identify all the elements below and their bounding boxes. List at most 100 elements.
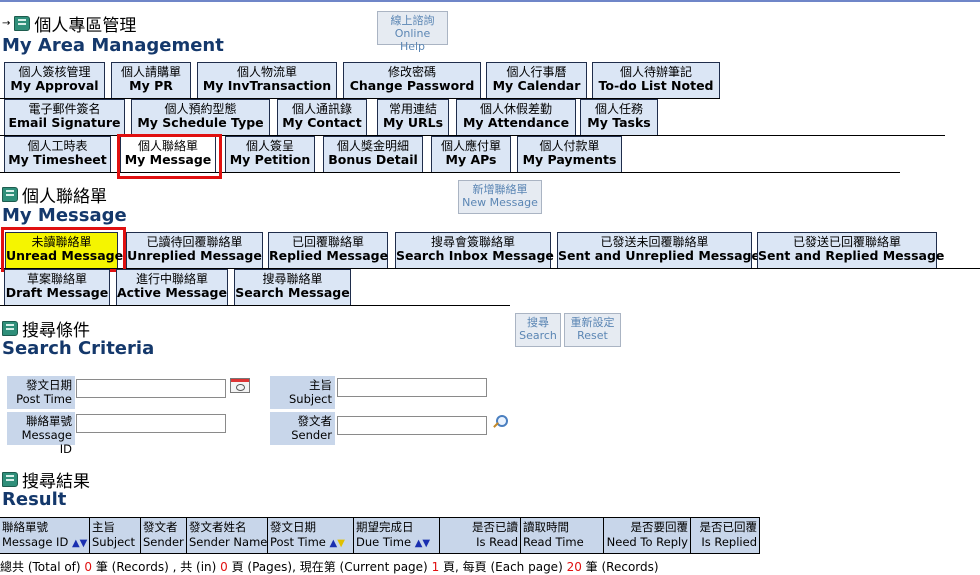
col-label-zh: 期望完成日 <box>356 520 414 534</box>
magnifier-icon[interactable] <box>491 414 508 430</box>
sender-label: 發文者 Sender <box>270 412 335 445</box>
tab-label-en: To-do List Noted <box>598 78 714 93</box>
tab-label-zh: 個人通訊錄 <box>291 102 352 116</box>
tab-change-password[interactable]: 修改密碼 Change Password <box>343 62 481 98</box>
search-section-title: Search Criteria <box>2 338 155 359</box>
tab-label-en: My Timesheet <box>8 152 107 167</box>
col-label-zh: 主旨 <box>92 520 115 534</box>
new-message-button[interactable]: 新增聯絡單 New Message <box>458 180 542 214</box>
tab-label-zh: 個人簽核管理 <box>18 65 91 79</box>
search-en: Search <box>519 329 557 342</box>
tab-my-petition[interactable]: 個人簽呈 My Petition <box>225 136 315 172</box>
tab-my-attendance[interactable]: 個人休假差勤 My Attendance <box>456 99 576 135</box>
tab-label-en: My InvTransaction <box>202 78 332 93</box>
tab-label-en: Unreplied Message <box>127 248 262 263</box>
tab-my-contact[interactable]: 個人通訊錄 My Contact <box>277 99 367 135</box>
tab-my-approval[interactable]: 個人簽核管理 My Approval <box>4 62 105 98</box>
col-label-en: Is Read <box>476 535 518 549</box>
footer-text: 總共 (Total of) <box>0 560 85 574</box>
tab-sent-replied-message[interactable]: 已發送已回覆聯絡單 Sent and Replied Message <box>757 232 945 268</box>
tab-label-en: Bonus Detail <box>328 152 418 167</box>
tab-my-aps[interactable]: 個人應付單 My APs <box>431 136 511 172</box>
tab-search-message[interactable]: 搜尋聯絡單 Search Message <box>234 269 351 305</box>
tab-label-zh: 個人任務 <box>594 102 643 116</box>
new-message-en: New Message <box>462 196 538 209</box>
online-help-zh: 線上諮詢 <box>390 14 435 27</box>
tab-my-timesheet[interactable]: 個人工時表 My Timesheet <box>4 136 111 172</box>
tab-bonus-detail[interactable]: 個人獎金明細 Bonus Detail <box>323 136 423 172</box>
tab-label-zh: 進行中聯絡單 <box>135 272 208 286</box>
tab-email-signature[interactable]: 電子郵件簽名 Email Signature <box>4 99 125 135</box>
tab-my-calendar[interactable]: 個人行事曆 My Calendar <box>486 62 587 98</box>
tab-my-payments[interactable]: 個人付款單 My Payments <box>517 136 622 172</box>
tab-label-zh: 個人工時表 <box>27 139 88 153</box>
post-time-input[interactable] <box>76 379 226 398</box>
book-icon <box>2 472 18 487</box>
tab-label-en: My Tasks <box>587 115 651 130</box>
col-message-id[interactable]: 聯絡單號 Message ID ▲▼ <box>0 518 90 553</box>
col-label-zh: 是否要回覆 <box>630 520 689 534</box>
message-id-label-zh: 聯絡單號 <box>26 414 72 428</box>
col-label-zh: 聯絡單號 <box>2 520 48 534</box>
col-label-zh: 發文者 <box>143 520 178 534</box>
tab-label-zh: 已發送未回覆聯絡單 <box>600 235 709 249</box>
col-label-zh: 讀取時間 <box>523 520 569 534</box>
tab-my-schedule-type[interactable]: 個人預約型態 My Schedule Type <box>131 99 270 135</box>
tab-label-en: My Message <box>124 152 212 167</box>
tab-label-zh: 個人預約型態 <box>164 102 237 116</box>
message-id-input[interactable] <box>76 414 226 433</box>
tab-replied-message[interactable]: 已回覆聯絡單 Replied Message <box>268 232 388 268</box>
sender-input[interactable] <box>337 416 487 435</box>
tab-draft-message[interactable]: 草案聯絡單 Draft Message <box>4 269 110 305</box>
tab-search-inbox-message[interactable]: 搜尋會簽聯絡單 Search Inbox Message <box>395 232 554 268</box>
online-help-button[interactable]: 線上諮詢 Online Help <box>377 11 448 53</box>
sort-arrows-icon[interactable]: ▲▼ <box>330 538 345 549</box>
col-label-en: Subject <box>92 535 135 549</box>
tab-unreplied-message[interactable]: 已讀待回覆聯絡單 Unreplied Message <box>126 232 263 268</box>
subject-input[interactable] <box>337 378 487 397</box>
tab-label-en: Sent and Replied Message <box>758 248 945 263</box>
calendar-icon[interactable] <box>230 378 250 393</box>
tab-sent-unreplied-message[interactable]: 已發送未回覆聯絡單 Sent and Unreplied Message <box>557 232 760 268</box>
message-id-label: 聯絡單號 Message ID <box>7 412 75 456</box>
tab-my-tasks[interactable]: 個人任務 My Tasks <box>580 99 658 135</box>
tab-label-zh: 搜尋會簽聯絡單 <box>430 235 515 249</box>
col-post-time[interactable]: 發文日期 Post Time ▲▼ <box>268 518 354 553</box>
book-icon <box>2 187 18 202</box>
tab-todo-list[interactable]: 個人待辦筆記 To-do List Noted <box>592 62 720 98</box>
tab-label-zh: 常用連結 <box>388 102 437 116</box>
sort-arrows-icon[interactable]: ▲▼ <box>415 538 430 549</box>
tab-label-en: My PR <box>129 78 173 93</box>
tab-my-pr[interactable]: 個人請購單 My PR <box>111 62 191 98</box>
search-button[interactable]: 搜尋 Search <box>515 313 561 347</box>
col-need-to-reply: 是否要回覆 Need To Reply <box>604 518 691 553</box>
tab-label-zh: 個人行事曆 <box>506 65 567 79</box>
tab-label-zh: 草案聯絡單 <box>26 272 87 286</box>
tab-my-invtransaction[interactable]: 個人物流單 My InvTransaction <box>197 62 337 98</box>
tab-active-message[interactable]: 進行中聯絡單 Active Message <box>116 269 228 305</box>
new-message-zh: 新增聯絡單 <box>472 183 528 196</box>
col-due-time[interactable]: 期望完成日 Due Time ▲▼ <box>354 518 440 553</box>
book-icon <box>14 16 31 31</box>
tab-row-divider <box>0 305 510 306</box>
online-help-en: Online Help <box>394 27 431 53</box>
col-label-zh: 是否已讀 <box>472 520 518 534</box>
tab-my-message[interactable]: 個人聯絡單 My Message <box>120 136 216 172</box>
tab-unread-message[interactable]: 未讀聯絡單 Unread Message <box>5 232 123 268</box>
reset-button[interactable]: 重新設定 Reset <box>564 313 621 347</box>
col-label-en: Message ID <box>2 535 69 549</box>
col-label-en: Need To Reply <box>606 535 688 549</box>
tab-label-en: My Approval <box>10 78 99 93</box>
col-label-zh: 發文日期 <box>270 520 316 534</box>
col-is-read: 是否已讀 Is Read <box>440 518 521 553</box>
tab-label-en: Sent and Unreplied Message <box>558 248 760 263</box>
tab-label-zh: 已讀待回覆聯絡單 <box>146 235 243 249</box>
tab-my-urls[interactable]: 常用連結 My URLs <box>377 99 449 135</box>
subject-label-en: Subject <box>289 392 332 406</box>
tab-label-en: Search Message <box>235 285 350 300</box>
sort-arrows-icon[interactable]: ▲▼ <box>72 538 87 549</box>
tab-label-en: My APs <box>445 152 497 167</box>
total-records: 0 <box>84 560 93 574</box>
tab-label-en: Change Password <box>349 78 475 93</box>
total-pages: 0 <box>220 560 228 574</box>
